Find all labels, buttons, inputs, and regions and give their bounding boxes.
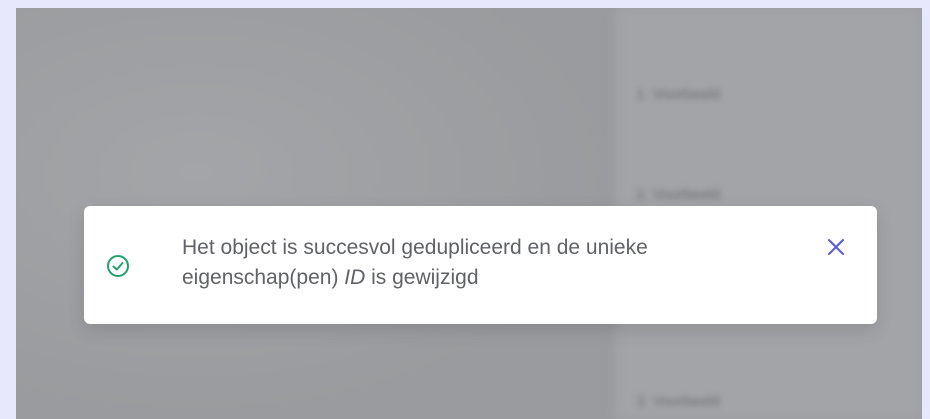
blurred-list-item: 1. Voorbeeld bbox=[636, 86, 721, 103]
close-icon[interactable] bbox=[825, 236, 847, 258]
blurred-list-item: 3. Voorbeeld bbox=[636, 393, 721, 410]
toast-message: Het object is succesvol gedupliceerd en … bbox=[182, 233, 782, 293]
check-circle-icon bbox=[106, 254, 130, 278]
blurred-list-item: 2. Voorbeeld bbox=[636, 186, 721, 203]
toast-message-text-end: is gewijzigd bbox=[365, 266, 479, 289]
toast-message-emphasis: ID bbox=[344, 266, 366, 289]
success-toast: Het object is succesvol gedupliceerd en … bbox=[84, 206, 877, 324]
